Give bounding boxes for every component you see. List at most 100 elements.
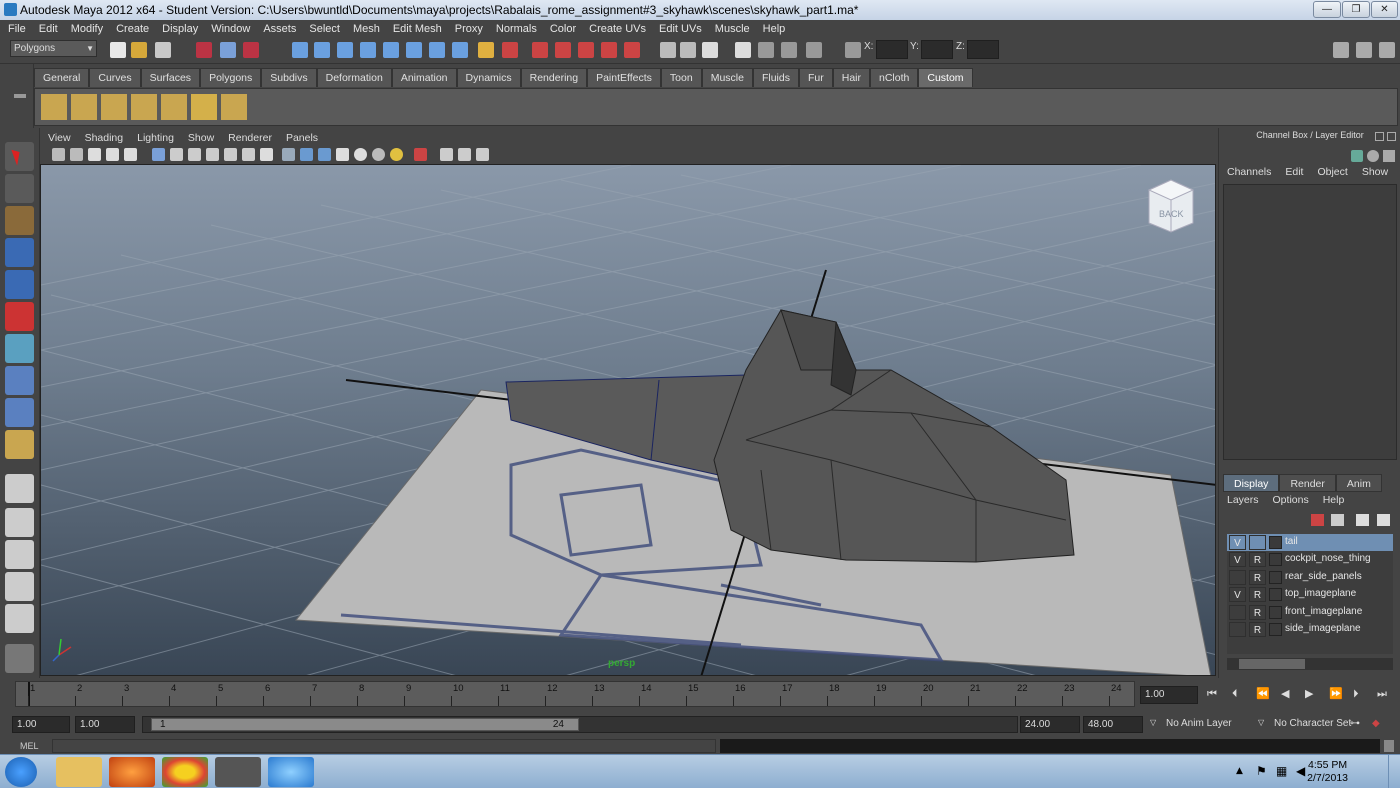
shelf-tab-dynamics[interactable]: Dynamics — [456, 68, 521, 87]
shelf-tool-2-icon[interactable] — [71, 94, 97, 120]
layer-display-type-toggle[interactable] — [1249, 535, 1266, 550]
shelf-tool-7-icon[interactable] — [221, 94, 247, 120]
step-forward-key-icon[interactable]: ⏩ — [1329, 687, 1343, 700]
anim-layer-chevron-icon[interactable]: ▽ — [1150, 718, 1156, 727]
layer-row-cockpit[interactable]: V R cockpit_nose_thing — [1227, 551, 1393, 568]
step-forward-frame-icon[interactable]: ⏵ — [1353, 687, 1359, 701]
shelf-tab-muscle[interactable]: Muscle — [701, 68, 753, 87]
four-pane-layout-icon[interactable] — [5, 508, 34, 537]
mel-input[interactable] — [52, 739, 716, 753]
persp-outliner-layout-icon[interactable] — [5, 572, 34, 601]
playback-start-field[interactable]: 1.00 — [75, 716, 135, 733]
shadows-icon[interactable] — [390, 148, 403, 161]
menu-edit-uvs[interactable]: Edit UVs — [659, 23, 702, 35]
step-back-key-icon[interactable]: ⏪ — [1256, 687, 1270, 700]
start-button-icon[interactable] — [5, 757, 37, 787]
shelf-tab-ncloth[interactable]: nCloth — [870, 68, 919, 87]
layer-menu-help[interactable]: Help — [1323, 494, 1345, 506]
menu-window[interactable]: Window — [211, 23, 250, 35]
lasso-tool-icon[interactable] — [5, 174, 34, 203]
channel-box-area[interactable] — [1223, 184, 1397, 460]
move-layer-down-icon[interactable] — [1331, 514, 1344, 526]
maximize-button[interactable]: ❐ — [1342, 1, 1370, 18]
layer-row-tail[interactable]: V tail — [1227, 534, 1393, 551]
layer-tab-anim[interactable]: Anim — [1335, 474, 1382, 492]
taskbar-clock[interactable]: 4:55 PM 2/7/2013 — [1307, 759, 1348, 785]
panel-float-icon[interactable] — [1375, 132, 1384, 141]
shelf-tab-curves[interactable]: Curves — [89, 68, 141, 87]
shelf-tab-hair[interactable]: Hair — [832, 68, 870, 87]
menu-edit-mesh[interactable]: Edit Mesh — [393, 23, 442, 35]
menu-set-dropdown[interactable]: Polygons ▼ — [10, 40, 97, 57]
single-pane-layout-icon[interactable] — [5, 474, 34, 503]
maya-taskbar-icon[interactable] — [215, 757, 261, 787]
layer-display-type-toggle[interactable]: R — [1249, 570, 1266, 585]
menu-color[interactable]: Color — [550, 23, 576, 35]
layer-menu-options[interactable]: Options — [1273, 494, 1309, 506]
xray-icon[interactable] — [440, 148, 453, 161]
go-to-start-icon[interactable]: ⏮ — [1207, 687, 1217, 701]
layer-visibility-toggle[interactable] — [1229, 570, 1246, 585]
layer-color-swatch[interactable] — [1269, 588, 1282, 601]
menu-file[interactable]: File — [8, 23, 26, 35]
viewport-menu-view[interactable]: View — [48, 132, 71, 144]
anim-layer-label[interactable]: No Anim Layer — [1166, 718, 1232, 729]
manipulator-tool-icon[interactable] — [5, 334, 34, 363]
help-line-icon[interactable] — [452, 42, 468, 58]
shelf-tool-3-icon[interactable] — [101, 94, 127, 120]
shelf-tab-deformation[interactable]: Deformation — [316, 68, 392, 87]
xray-joints-icon[interactable] — [458, 148, 471, 161]
layer-row-side-imageplane[interactable]: R side_imageplane — [1227, 621, 1393, 638]
itunes-taskbar-icon[interactable] — [268, 757, 314, 787]
layer-menu-layers[interactable]: Layers — [1227, 494, 1259, 506]
layer-row-rear-panels[interactable]: R rear_side_panels — [1227, 569, 1393, 586]
film-gate-icon[interactable] — [152, 148, 165, 161]
viewport-menu-panels[interactable]: Panels — [286, 132, 318, 144]
play-forward-icon[interactable]: ▶ — [1305, 687, 1313, 700]
channel-box-toggle-icon[interactable] — [702, 42, 718, 58]
shelf-tool-1-icon[interactable] — [41, 94, 67, 120]
new-scene-icon[interactable] — [110, 42, 126, 58]
safe-action-icon[interactable] — [224, 148, 237, 161]
show-hidden-icons-icon[interactable]: ▲ — [1236, 766, 1243, 776]
play-backward-icon[interactable]: ◀ — [1281, 687, 1289, 700]
layer-tab-render[interactable]: Render — [1279, 474, 1336, 492]
layer-display-type-toggle[interactable]: R — [1249, 552, 1266, 567]
shelf-tab-surfaces[interactable]: Surfaces — [140, 68, 201, 87]
hypershade-icon[interactable] — [601, 42, 617, 58]
auto-key-icon[interactable]: ◆ — [1372, 718, 1380, 729]
playback-end-field[interactable]: 24.00 — [1020, 716, 1080, 733]
channel-menu-object[interactable]: Object — [1317, 166, 1347, 178]
layer-scrollbar[interactable] — [1227, 658, 1393, 670]
menu-create-uvs[interactable]: Create UVs — [589, 23, 646, 35]
menu-mesh[interactable]: Mesh — [353, 23, 380, 35]
smooth-shade-icon[interactable] — [300, 148, 313, 161]
script-layout-icon[interactable] — [5, 644, 34, 673]
hud-icon[interactable] — [260, 148, 273, 161]
safe-title-icon[interactable] — [242, 148, 255, 161]
shelf-tab-polygons[interactable]: Polygons — [200, 68, 262, 87]
character-set-chevron-icon[interactable]: ▽ — [1258, 718, 1264, 727]
layer-visibility-toggle[interactable]: V — [1229, 587, 1246, 602]
open-scene-icon[interactable] — [131, 42, 147, 58]
viewport-menu-shading[interactable]: Shading — [85, 132, 124, 144]
script-editor-icon[interactable] — [806, 42, 822, 58]
paint-select-icon[interactable] — [5, 206, 34, 235]
shelf-tab-subdivs[interactable]: Subdivs — [261, 68, 317, 87]
tool-panel-icon[interactable] — [1356, 42, 1372, 58]
tool-settings-icon[interactable] — [680, 42, 696, 58]
shelf-tab-custom[interactable]: Custom — [918, 68, 973, 87]
minimize-button[interactable]: — — [1313, 1, 1341, 18]
menu-display[interactable]: Display — [162, 23, 198, 35]
construction-icon[interactable] — [429, 42, 445, 58]
go-to-end-icon[interactable]: ⏭ — [1377, 687, 1387, 701]
tool-settings-toggle-icon[interactable] — [1383, 150, 1395, 162]
panel-close-icon[interactable] — [1387, 132, 1396, 141]
x-input[interactable] — [876, 40, 908, 59]
default-light-icon[interactable] — [354, 148, 367, 161]
menu-muscle[interactable]: Muscle — [715, 23, 750, 35]
viewport-menu-lighting[interactable]: Lighting — [137, 132, 174, 144]
two-pane-layout-icon[interactable] — [5, 540, 34, 569]
firefox-taskbar-icon[interactable] — [109, 757, 155, 787]
render-current-icon[interactable] — [532, 42, 548, 58]
